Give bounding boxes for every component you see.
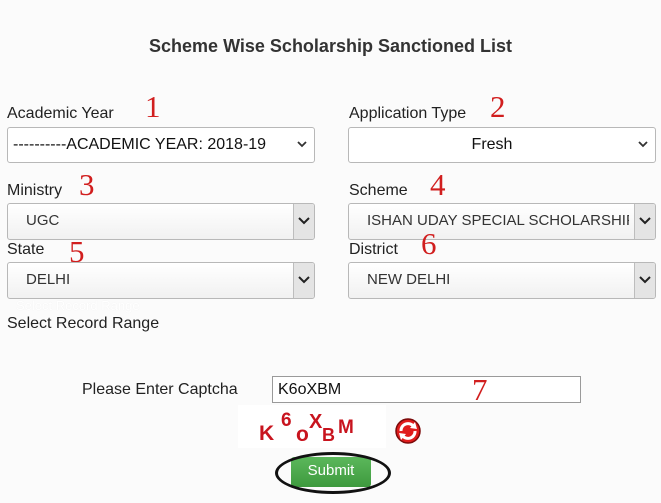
marker-7: 7: [472, 372, 488, 407]
captcha-char-1: K: [259, 422, 274, 445]
district-value: NEW DELHI: [367, 271, 451, 288]
ministry-dropdown-button[interactable]: [293, 204, 314, 239]
scheme-dropdown-button[interactable]: [634, 204, 655, 239]
scheme-value: ISHAN UDAY SPECIAL SCHOLARSHIP: [367, 212, 629, 229]
captcha-char-5: B: [322, 425, 335, 445]
academic-year-label: Academic Year: [7, 105, 114, 122]
state-dropdown-button[interactable]: [293, 263, 314, 298]
captcha-char-4: X: [309, 411, 323, 433]
annotation-ellipse: [275, 452, 391, 494]
ministry-value: UGC: [26, 212, 60, 229]
marker-1: 1: [145, 89, 161, 124]
chevron-down-icon: [639, 217, 651, 225]
chevron-down-icon: [639, 276, 651, 284]
ministry-label: Ministry: [7, 182, 63, 199]
marker-2: 2: [490, 89, 506, 124]
district-dropdown-button[interactable]: [634, 263, 655, 298]
chevron-down-icon: [297, 141, 307, 148]
district-select[interactable]: NEW DELHI: [348, 262, 656, 299]
marker-4: 4: [430, 167, 446, 202]
academic-year-value: ----------ACADEMIC YEAR: 2018-19: [13, 136, 267, 153]
chevron-down-icon: [298, 217, 310, 225]
state-select[interactable]: DELHI: [7, 262, 315, 299]
application-type-value: Fresh: [471, 136, 513, 153]
scheme-select[interactable]: ISHAN UDAY SPECIAL SCHOLARSHIP: [348, 203, 656, 240]
captcha-input[interactable]: K6oXBM: [272, 376, 581, 403]
captcha-char-3: o: [296, 423, 309, 446]
application-type-label: Application Type: [349, 105, 467, 122]
captcha-image: K 6 o X B M: [238, 405, 386, 448]
district-label: District: [349, 241, 398, 258]
record-range-ghost-label: Select Record Range: [16, 298, 140, 313]
scheme-label: Scheme: [349, 182, 408, 199]
ministry-select[interactable]: UGC: [7, 203, 315, 240]
captcha-char-6: M: [338, 417, 354, 438]
marker-6: 6: [421, 226, 437, 261]
record-range-label[interactable]: Select Record Range: [7, 315, 159, 333]
application-type-select[interactable]: Fresh: [348, 127, 656, 163]
state-value: DELHI: [26, 271, 71, 288]
academic-year-select[interactable]: ----------ACADEMIC YEAR: 2018-19: [7, 127, 315, 163]
captcha-char-2: 6: [281, 410, 292, 431]
state-label: State: [7, 241, 45, 258]
chevron-down-icon: [298, 276, 310, 284]
captcha-label: Please Enter Captcha: [82, 381, 238, 398]
chevron-down-icon: [638, 141, 648, 148]
marker-3: 3: [79, 167, 95, 202]
page-title: Scheme Wise Scholarship Sanctioned List: [149, 36, 512, 56]
refresh-captcha-icon[interactable]: [393, 416, 423, 446]
